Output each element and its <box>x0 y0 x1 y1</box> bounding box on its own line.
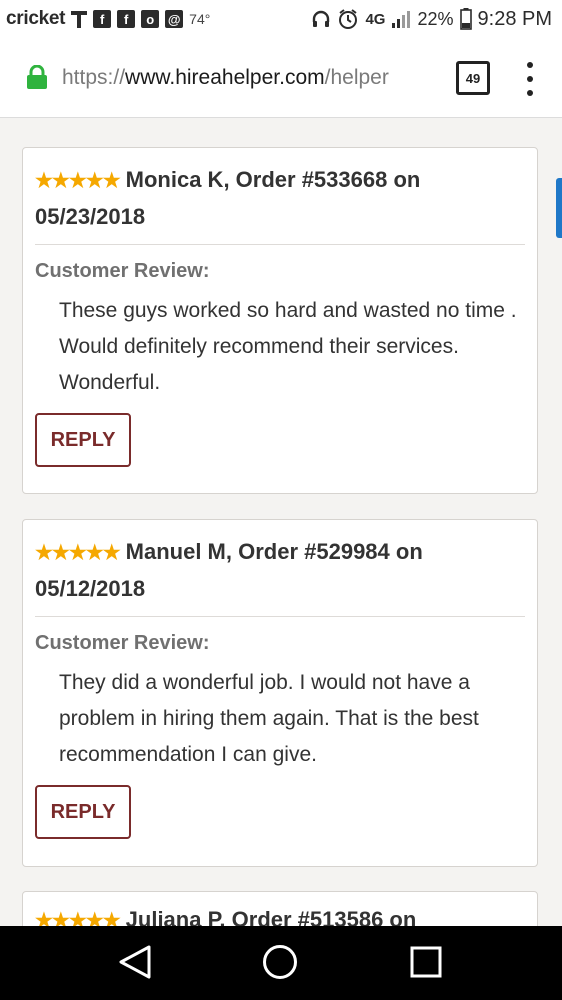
headphones-icon <box>311 9 331 29</box>
status-bar: cricket f f o @ 74° 4G 22% 9:28 PM <box>0 0 562 38</box>
battery-percent: 22% <box>417 8 454 29</box>
url-fade <box>398 60 442 96</box>
lock-icon <box>26 64 48 89</box>
reviews-list: ★★★★★ Monica K, Order #533668 on 05/23/20… <box>0 118 562 926</box>
signal-icon <box>391 9 411 29</box>
carrier-t-icon <box>71 9 88 29</box>
feedback-side-tab[interactable] <box>556 178 562 238</box>
review-header: ★★★★★ Manuel M, Order #529984 on 05/12/20… <box>35 534 515 607</box>
review-card: ★★★★★ Manuel M, Order #529984 on 05/12/20… <box>22 519 538 867</box>
browser-toolbar: https://www.hireahelper.com/helper 49 <box>0 38 562 118</box>
facebook-icon: f <box>93 10 112 28</box>
review-text: These guys worked so hard and wasted no … <box>59 299 517 394</box>
review-title: Juliana P, Order #513586 on <box>125 907 417 926</box>
overflow-menu-button[interactable] <box>522 62 538 96</box>
rating-stars: ★★★★★ <box>35 170 121 192</box>
rating-stars: ★★★★★ <box>35 910 121 926</box>
divider <box>35 616 525 617</box>
reply-button[interactable]: REPLY <box>35 785 131 839</box>
battery-icon <box>459 8 472 30</box>
home-icon[interactable] <box>262 944 298 980</box>
review-card: ★★★★★ Juliana P, Order #513586 on <box>22 891 538 926</box>
network-type-icon: 4G <box>365 10 386 28</box>
review-header: ★★★★★ Monica K, Order #533668 on 05/23/20… <box>35 162 515 235</box>
back-icon[interactable] <box>117 944 153 980</box>
email-icon: @ <box>165 10 184 28</box>
review-label: Customer Review: <box>35 632 210 654</box>
url-field[interactable]: https://www.hireahelper.com/helper <box>62 66 438 90</box>
review-header: ★★★★★ Juliana P, Order #513586 on <box>35 902 515 926</box>
carrier-name: cricket <box>6 8 66 29</box>
alarm-icon <box>337 8 359 30</box>
temperature: 74° <box>189 11 211 27</box>
recent-apps-icon[interactable] <box>410 946 442 978</box>
divider <box>35 244 525 245</box>
review-label: Customer Review: <box>35 260 210 282</box>
outlook-icon: o <box>141 10 160 28</box>
review-card: ★★★★★ Monica K, Order #533668 on 05/23/20… <box>22 147 538 494</box>
reply-button[interactable]: REPLY <box>35 413 131 467</box>
rating-stars: ★★★★★ <box>35 542 121 564</box>
system-nav-bar <box>0 926 562 1000</box>
clock: 9:28 PM <box>477 7 552 30</box>
tab-switcher-button[interactable]: 49 <box>456 61 490 95</box>
facebook-icon: f <box>117 10 136 28</box>
review-text: They did a wonderful job. I would not ha… <box>59 671 479 766</box>
